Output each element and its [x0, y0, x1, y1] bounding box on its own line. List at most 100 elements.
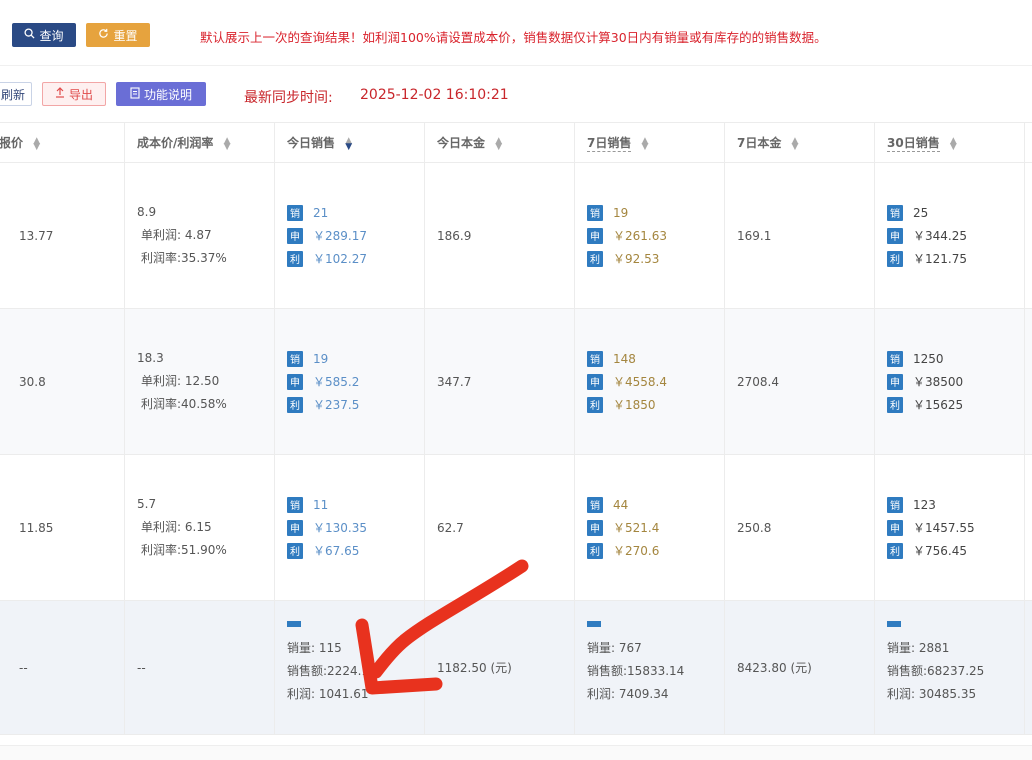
summary-declare-price: -- — [0, 600, 125, 735]
declare-tag: 申 — [887, 227, 903, 244]
col-header-7d-principal[interactable]: 7日本金 ▲ ▼ — [724, 122, 875, 163]
profit-tag: 利 — [287, 396, 303, 413]
declare-tag: 申 — [587, 519, 603, 536]
profit-tag: 利 — [887, 396, 903, 413]
document-icon — [130, 86, 140, 102]
7d-principal-cell: 250.8 — [724, 454, 875, 601]
col-header-today-sales[interactable]: 今日销售 ▲ ▼ — [274, 122, 425, 163]
refresh-button[interactable]: 刷新 — [0, 82, 32, 106]
sales-tag: 销 — [287, 204, 303, 221]
today-sales-cell: 销 21 申 ￥289.17 利 ￥102.27 — [274, 162, 425, 309]
action-toolbar: 刷新 导出 功能说明 最新同步时间: 2025-12-02 16:10:21 — [0, 78, 1032, 114]
help-button[interactable]: 功能说明 — [116, 82, 206, 106]
sort-icon[interactable]: ▲ ▼ — [792, 136, 799, 151]
summary-cost: -- — [124, 600, 275, 735]
profit-tag: 利 — [887, 542, 903, 559]
declare-tag: 申 — [587, 227, 603, 244]
sync-label: 最新同步时间: — [244, 90, 333, 106]
sync-time: 2025-12-02 16:10:21 — [360, 87, 509, 103]
30d-sales-cell: 销 25 申 ￥344.25 利 ￥121.75 — [874, 162, 1025, 309]
7d-sales-cell: 销 19 申 ￥261.63 利 ￥92.53 — [574, 162, 725, 309]
summary-30d-sales: 销量: 2881 销售额:68237.25 利润: 30485.35 — [874, 600, 1025, 735]
table-row: 13.77 8.9 单利润: 4.87 利润率:35.37% 销 21 申 ￥289… — [0, 162, 1032, 309]
sales-tag: 销 — [287, 350, 303, 367]
search-icon — [24, 28, 36, 42]
refresh-button-label: 刷新 — [0, 87, 25, 102]
declare-tag: 申 — [587, 373, 603, 390]
today-principal-cell: 186.9 — [424, 162, 575, 309]
sales-tag-partial — [587, 621, 601, 627]
cost-cell: 8.9 单利润: 4.87 利润率:35.37% — [124, 162, 275, 309]
today-sales-cell: 销 11 申 ￥130.35 利 ￥67.65 — [274, 454, 425, 601]
summary-7d-sales: 销量: 767 销售额:15833.14 利润: 7409.34 — [574, 600, 725, 735]
col-header-cost[interactable]: 成本价/利润率 ▲ ▼ — [124, 122, 275, 163]
refresh-icon — [98, 28, 109, 42]
sort-icon[interactable]: ▲ ▼ — [224, 136, 231, 151]
sales-tag: 销 — [587, 496, 603, 513]
table-row: 30.8 18.3 单利润: 12.50 利润率:40.58% 销 19 申 ￥58… — [0, 308, 1032, 455]
overflow-cell — [1024, 454, 1032, 601]
declare-price-cell: 30.8 — [0, 308, 125, 455]
overflow-cell — [1024, 162, 1032, 309]
sort-icon[interactable]: ▲ ▼ — [642, 136, 649, 151]
profit-tag: 利 — [287, 542, 303, 559]
declare-tag: 申 — [287, 519, 303, 536]
sales-tag: 销 — [587, 350, 603, 367]
declare-price-cell: 11.85 — [0, 454, 125, 601]
sales-tag-partial — [287, 621, 301, 627]
sales-tag: 销 — [287, 496, 303, 513]
query-toolbar: 查询 重置 默认展示上一次的查询结果！如利润100%请设置成本价，销售数据仅计算… — [0, 0, 1032, 66]
overflow-cell — [1024, 308, 1032, 455]
declare-tag: 申 — [287, 227, 303, 244]
query-button[interactable]: 查询 — [12, 23, 76, 47]
declare-tag: 申 — [887, 373, 903, 390]
cost-cell: 5.7 单利润: 6.15 利润率:51.90% — [124, 454, 275, 601]
export-button-label: 导出 — [68, 87, 93, 102]
table-header: 申报价 ▲▼ 成本价/利润率 ▲▼ 今日销售 ▲▼ 今日本金 ▲▼ 7日销售 ▲… — [0, 122, 1032, 163]
30d-sales-cell: 销 1250 申 ￥38500 利 ￥15625 — [874, 308, 1025, 455]
col-header-declare-price[interactable]: 申报价 ▲▼ — [0, 122, 125, 163]
sales-table: 申报价 ▲▼ 成本价/利润率 ▲▼ 今日销售 ▲▼ 今日本金 ▲▼ 7日销售 ▲… — [0, 122, 1032, 735]
col-header-overflow — [1024, 122, 1032, 163]
summary-row: -- -- 销量: 115 销售额:2224.1 利润: 1041.61 118… — [0, 600, 1032, 735]
reset-button[interactable]: 重置 — [86, 23, 150, 47]
horizontal-scrollbar[interactable] — [0, 745, 1032, 760]
profit-tag: 利 — [587, 250, 603, 267]
7d-sales-cell: 销 44 申 ￥521.4 利 ￥270.6 — [574, 454, 725, 601]
reset-button-label: 重置 — [113, 28, 138, 43]
help-button-label: 功能说明 — [143, 87, 192, 102]
cost-cell: 18.3 单利润: 12.50 利润率:40.58% — [124, 308, 275, 455]
sales-tag: 销 — [887, 496, 903, 513]
table-row: 11.85 5.7 单利润: 6.15 利润率:51.90% 销 11 申 ￥130… — [0, 454, 1032, 601]
sales-tag-partial — [887, 621, 901, 627]
sort-icon[interactable]: ▲ ▼ — [495, 136, 502, 151]
col-header-today-principal[interactable]: 今日本金 ▲ ▼ — [424, 122, 575, 163]
sales-tag: 销 — [587, 204, 603, 221]
col-header-30d-sales[interactable]: 30日销售 ▲ ▼ — [874, 122, 1025, 163]
sales-tag: 销 — [887, 350, 903, 367]
sort-icon[interactable]: ▲ ▼ — [33, 136, 40, 151]
7d-principal-cell: 169.1 — [724, 162, 875, 309]
upload-icon — [55, 87, 65, 101]
sales-tag: 销 — [887, 204, 903, 221]
query-button-label: 查询 — [39, 28, 64, 43]
today-principal-cell: 62.7 — [424, 454, 575, 601]
profit-tag: 利 — [287, 250, 303, 267]
summary-today-principal: 1182.50 (元) — [424, 600, 575, 735]
sort-desc-icon[interactable]: ▲ ▼ — [345, 136, 352, 151]
today-principal-cell: 347.7 — [424, 308, 575, 455]
30d-sales-cell: 销 123 申 ￥1457.55 利 ￥756.45 — [874, 454, 1025, 601]
notice-text: 默认展示上一次的查询结果！如利润100%请设置成本价，销售数据仅计算30日内有销… — [200, 30, 827, 45]
export-button[interactable]: 导出 — [42, 82, 106, 106]
summary-today-sales: 销量: 115 销售额:2224.1 利润: 1041.61 — [274, 600, 425, 735]
today-sales-cell: 销 19 申 ￥585.2 利 ￥237.5 — [274, 308, 425, 455]
col-header-7d-sales[interactable]: 7日销售 ▲ ▼ — [574, 122, 725, 163]
7d-principal-cell: 2708.4 — [724, 308, 875, 455]
profit-tag: 利 — [587, 396, 603, 413]
sort-icon[interactable]: ▲ ▼ — [950, 136, 957, 151]
declare-tag: 申 — [887, 519, 903, 536]
overflow-cell — [1024, 600, 1032, 735]
profit-tag: 利 — [887, 250, 903, 267]
declare-tag: 申 — [287, 373, 303, 390]
7d-sales-cell: 销 148 申 ￥4558.4 利 ￥1850 — [574, 308, 725, 455]
